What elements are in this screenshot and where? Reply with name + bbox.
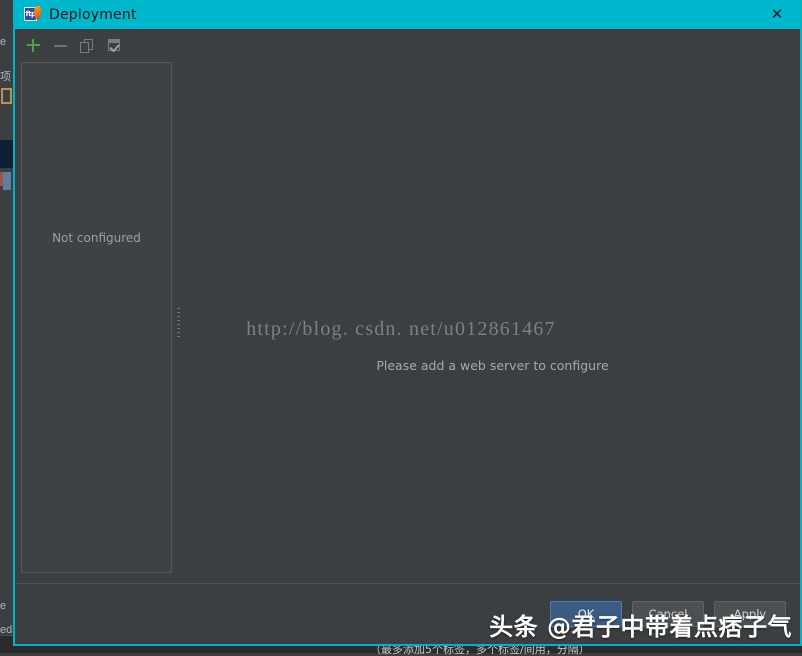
close-icon[interactable]: ✕ xyxy=(764,0,790,29)
dialog-title-bar: ftp Deployment ✕ xyxy=(15,0,800,29)
copy-icon xyxy=(80,38,94,53)
minus-icon xyxy=(53,44,67,47)
ide-left-edge-strip: e 项 e ed xyxy=(0,0,14,653)
server-list-empty-label: Not configured xyxy=(52,231,141,245)
ok-button[interactable]: OK xyxy=(550,601,622,627)
set-default-icon xyxy=(107,38,121,53)
dialog-title: Deployment xyxy=(49,6,137,23)
ide-marker-blue xyxy=(3,172,11,190)
cancel-button[interactable]: Cancel xyxy=(632,601,704,627)
use-as-default-button[interactable] xyxy=(102,34,126,58)
ftp-deployment-icon: ftp xyxy=(24,6,41,23)
server-list-panel[interactable]: Not configured xyxy=(21,62,172,573)
splitter-grip-icon xyxy=(177,307,180,338)
copy-server-button[interactable] xyxy=(75,34,99,58)
dialog-content: Not configured Please add a web server t… xyxy=(15,62,800,583)
flame-icon xyxy=(34,6,41,19)
detail-empty-hint: Please add a web server to configure xyxy=(376,358,609,373)
deployment-dialog: ftp Deployment ✕ Not configured Please a… xyxy=(13,0,802,646)
server-detail-panel: Please add a web server to configure xyxy=(185,62,800,583)
ide-selected-row xyxy=(0,140,14,168)
dialog-body: Not configured Please add a web server t… xyxy=(15,29,800,644)
plus-icon xyxy=(26,39,40,52)
pane-splitter[interactable] xyxy=(172,62,185,583)
apply-button[interactable]: Apply xyxy=(714,601,786,627)
deployment-toolbar xyxy=(15,29,800,62)
add-server-button[interactable] xyxy=(21,34,45,58)
ide-text-fragment-e2: e xyxy=(0,600,7,612)
remove-server-button[interactable] xyxy=(48,34,72,58)
dialog-footer: OK Cancel Apply xyxy=(15,584,800,644)
ide-folder-icon xyxy=(1,88,12,104)
ide-text-fragment-xiang: 项 xyxy=(0,71,11,83)
ide-text-fragment-e: e xyxy=(0,36,7,48)
